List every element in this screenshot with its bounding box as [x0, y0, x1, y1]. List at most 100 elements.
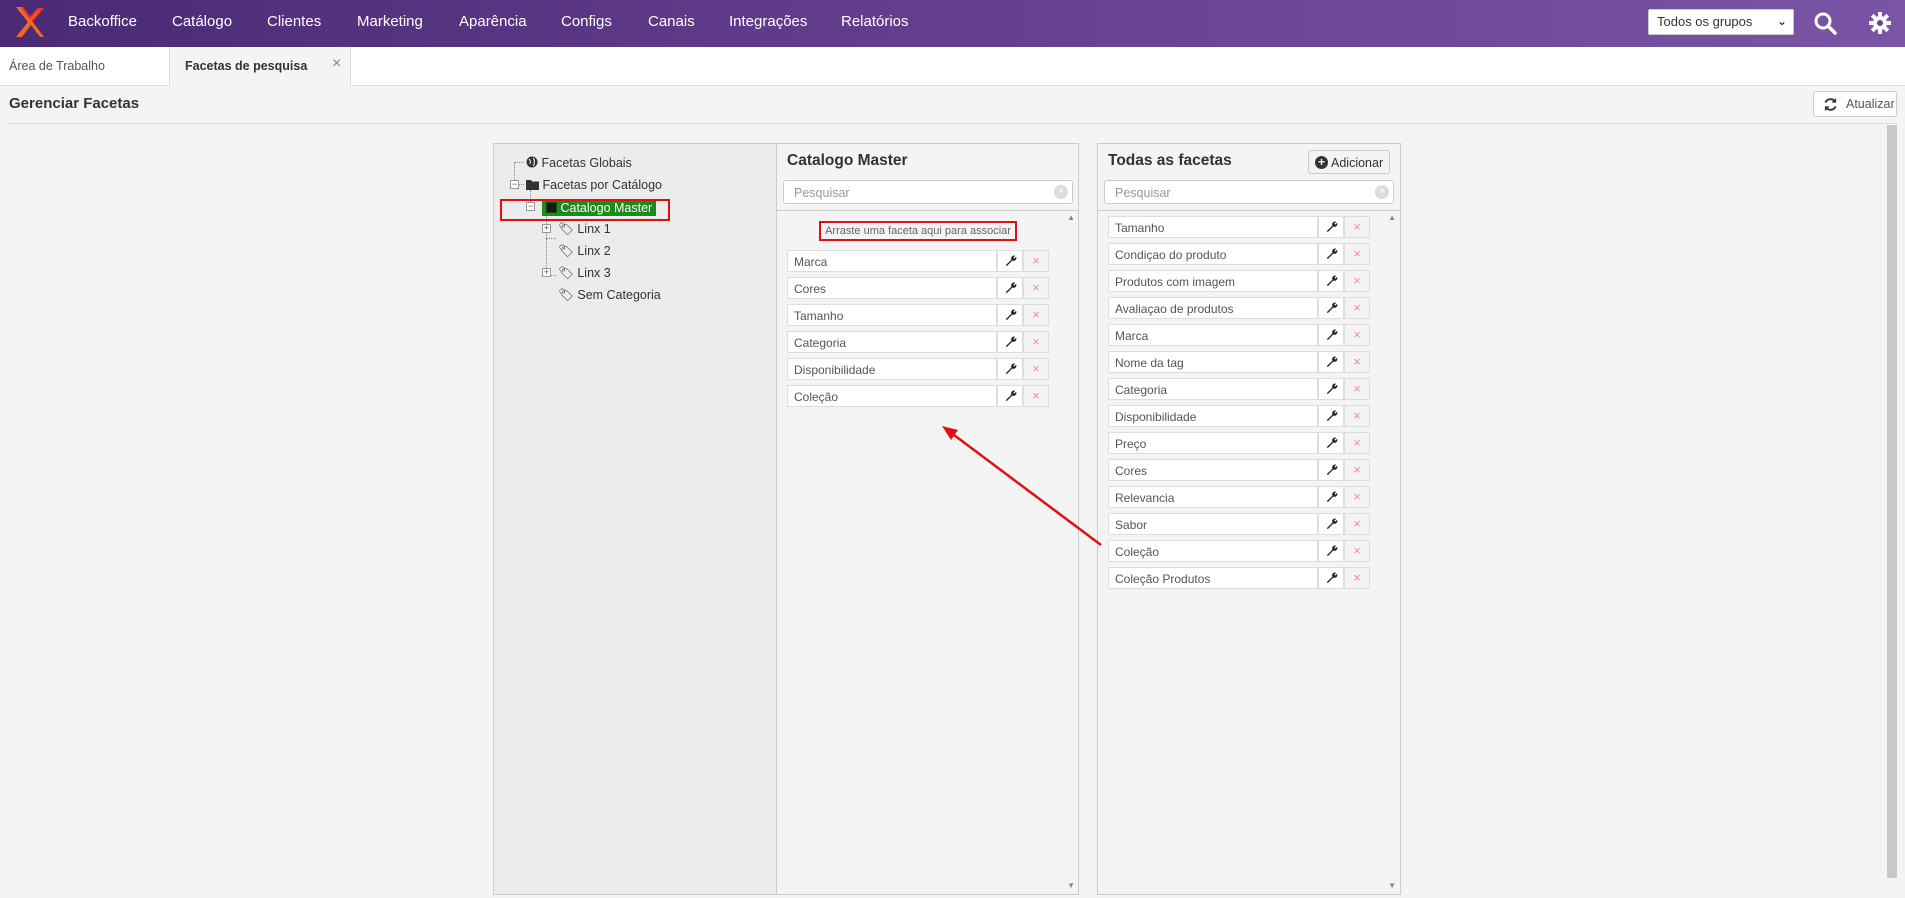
- facet-row[interactable]: Avaliaçao de produtos ×: [1108, 297, 1370, 319]
- remove-facet-button[interactable]: ×: [1344, 432, 1370, 454]
- remove-facet-button[interactable]: ×: [1344, 405, 1370, 427]
- remove-facet-button[interactable]: ×: [1344, 567, 1370, 589]
- facet-row[interactable]: Disponibilidade ×: [1108, 405, 1370, 427]
- edit-facet-button[interactable]: [997, 304, 1023, 326]
- facet-row[interactable]: Sabor ×: [1108, 513, 1370, 535]
- wrench-icon: [1326, 383, 1337, 395]
- tree-node-linx-3[interactable]: 🏷 Linx 3: [558, 266, 611, 281]
- remove-facet-button[interactable]: ×: [1344, 459, 1370, 481]
- facet-row[interactable]: Disponibilidade ×: [787, 358, 1049, 380]
- add-facet-button[interactable]: + Adicionar: [1308, 150, 1390, 174]
- scroll-down-icon[interactable]: ▼: [1067, 881, 1075, 890]
- facet-row[interactable]: Relevancia ×: [1108, 486, 1370, 508]
- page-scrollbar[interactable]: [1887, 125, 1897, 878]
- edit-facet-button[interactable]: [1318, 432, 1344, 454]
- edit-facet-button[interactable]: [1318, 243, 1344, 265]
- edit-facet-button[interactable]: [997, 385, 1023, 407]
- wrench-icon: [1005, 363, 1016, 375]
- facet-row[interactable]: Cores ×: [787, 277, 1049, 299]
- facet-row[interactable]: Coleção Produtos ×: [1108, 567, 1370, 589]
- remove-facet-button[interactable]: ×: [1344, 216, 1370, 238]
- remove-facet-button[interactable]: ×: [1344, 378, 1370, 400]
- tree-node-global-facets[interactable]: Facetas Globais: [526, 156, 632, 170]
- remove-facet-button[interactable]: ×: [1344, 486, 1370, 508]
- nav-clientes[interactable]: Clientes: [267, 13, 321, 30]
- scroll-down-icon[interactable]: ▼: [1388, 881, 1396, 890]
- edit-facet-button[interactable]: [1318, 540, 1344, 562]
- group-select[interactable]: Todos os grupos ⌄: [1648, 9, 1794, 35]
- facet-row[interactable]: Produtos com imagem ×: [1108, 270, 1370, 292]
- facet-row[interactable]: Condiçao do produto ×: [1108, 243, 1370, 265]
- nav-canais[interactable]: Canais: [648, 13, 695, 30]
- clear-icon[interactable]: ×: [1054, 185, 1068, 199]
- clear-icon[interactable]: ×: [1375, 185, 1389, 199]
- refresh-button[interactable]: Atualizar: [1813, 91, 1897, 117]
- tab-search-facets[interactable]: Facetas de pesquisa ×: [169, 47, 351, 87]
- edit-facet-button[interactable]: [1318, 216, 1344, 238]
- nav-backoffice[interactable]: Backoffice: [68, 13, 137, 30]
- tab-workspace[interactable]: Área de Trabalho: [9, 47, 105, 86]
- facet-row[interactable]: Categoria ×: [1108, 378, 1370, 400]
- search-input[interactable]: Pesquisar ×: [1104, 180, 1394, 204]
- tree-node-sem-categoria[interactable]: 🏷 Sem Categoria: [558, 288, 661, 303]
- nav-marketing[interactable]: Marketing: [357, 13, 423, 30]
- edit-facet-button[interactable]: [1318, 459, 1344, 481]
- close-icon[interactable]: ×: [332, 55, 341, 73]
- remove-facet-button[interactable]: ×: [1023, 250, 1049, 272]
- expand-icon[interactable]: +: [542, 268, 551, 277]
- edit-facet-button[interactable]: [1318, 486, 1344, 508]
- remove-facet-button[interactable]: ×: [1344, 243, 1370, 265]
- edit-facet-button[interactable]: [1318, 270, 1344, 292]
- facet-row[interactable]: Marca ×: [1108, 324, 1370, 346]
- edit-facet-button[interactable]: [1318, 513, 1344, 535]
- tree-node-linx-1[interactable]: 🏷 Linx 1: [558, 222, 611, 237]
- remove-facet-button[interactable]: ×: [1023, 385, 1049, 407]
- nav-aparencia[interactable]: Aparência: [459, 13, 527, 30]
- collapse-icon[interactable]: −: [510, 180, 519, 189]
- facet-row[interactable]: Nome da tag ×: [1108, 351, 1370, 373]
- facet-row[interactable]: Categoria ×: [787, 331, 1049, 353]
- remove-facet-button[interactable]: ×: [1023, 358, 1049, 380]
- remove-facet-button[interactable]: ×: [1023, 277, 1049, 299]
- facet-row[interactable]: Tamanho ×: [1108, 216, 1370, 238]
- remove-facet-button[interactable]: ×: [1344, 351, 1370, 373]
- edit-facet-button[interactable]: [997, 358, 1023, 380]
- facet-row[interactable]: Coleção ×: [1108, 540, 1370, 562]
- remove-facet-button[interactable]: ×: [1344, 270, 1370, 292]
- edit-facet-button[interactable]: [997, 277, 1023, 299]
- facet-name: Tamanho: [1108, 216, 1318, 238]
- remove-facet-button[interactable]: ×: [1344, 513, 1370, 535]
- search-input[interactable]: Pesquisar ×: [783, 180, 1073, 204]
- edit-facet-button[interactable]: [997, 250, 1023, 272]
- facet-row[interactable]: Marca ×: [787, 250, 1049, 272]
- edit-facet-button[interactable]: [1318, 324, 1344, 346]
- remove-facet-button[interactable]: ×: [1344, 297, 1370, 319]
- remove-facet-button[interactable]: ×: [1344, 540, 1370, 562]
- remove-facet-button[interactable]: ×: [1344, 324, 1370, 346]
- remove-facet-button[interactable]: ×: [1023, 304, 1049, 326]
- nav-catalogo[interactable]: Catálogo: [172, 13, 232, 30]
- edit-facet-button[interactable]: [997, 331, 1023, 353]
- gear-icon[interactable]: [1868, 11, 1892, 35]
- scroll-up-icon[interactable]: ▲: [1067, 213, 1075, 222]
- edit-facet-button[interactable]: [1318, 405, 1344, 427]
- facet-row[interactable]: Coleção ×: [787, 385, 1049, 407]
- edit-facet-button[interactable]: [1318, 567, 1344, 589]
- expand-icon[interactable]: +: [542, 224, 551, 233]
- facet-row[interactable]: Tamanho ×: [787, 304, 1049, 326]
- edit-facet-button[interactable]: [1318, 351, 1344, 373]
- remove-facet-button[interactable]: ×: [1023, 331, 1049, 353]
- facet-row[interactable]: Preço ×: [1108, 432, 1370, 454]
- search-icon[interactable]: [1813, 11, 1837, 35]
- scroll-up-icon[interactable]: ▲: [1388, 213, 1396, 222]
- facet-row[interactable]: Cores ×: [1108, 459, 1370, 481]
- nav-configs[interactable]: Configs: [561, 13, 612, 30]
- edit-facet-button[interactable]: [1318, 297, 1344, 319]
- logo-icon[interactable]: [14, 5, 46, 39]
- tree-node-linx-2[interactable]: 🏷 Linx 2: [558, 244, 611, 259]
- nav-relatorios[interactable]: Relatórios: [841, 13, 909, 30]
- edit-facet-button[interactable]: [1318, 378, 1344, 400]
- nav-integracoes[interactable]: Integrações: [729, 13, 807, 30]
- group-select-value: Todos os grupos: [1657, 14, 1753, 29]
- tree-node-by-catalog[interactable]: Facetas por Catálogo: [526, 178, 662, 192]
